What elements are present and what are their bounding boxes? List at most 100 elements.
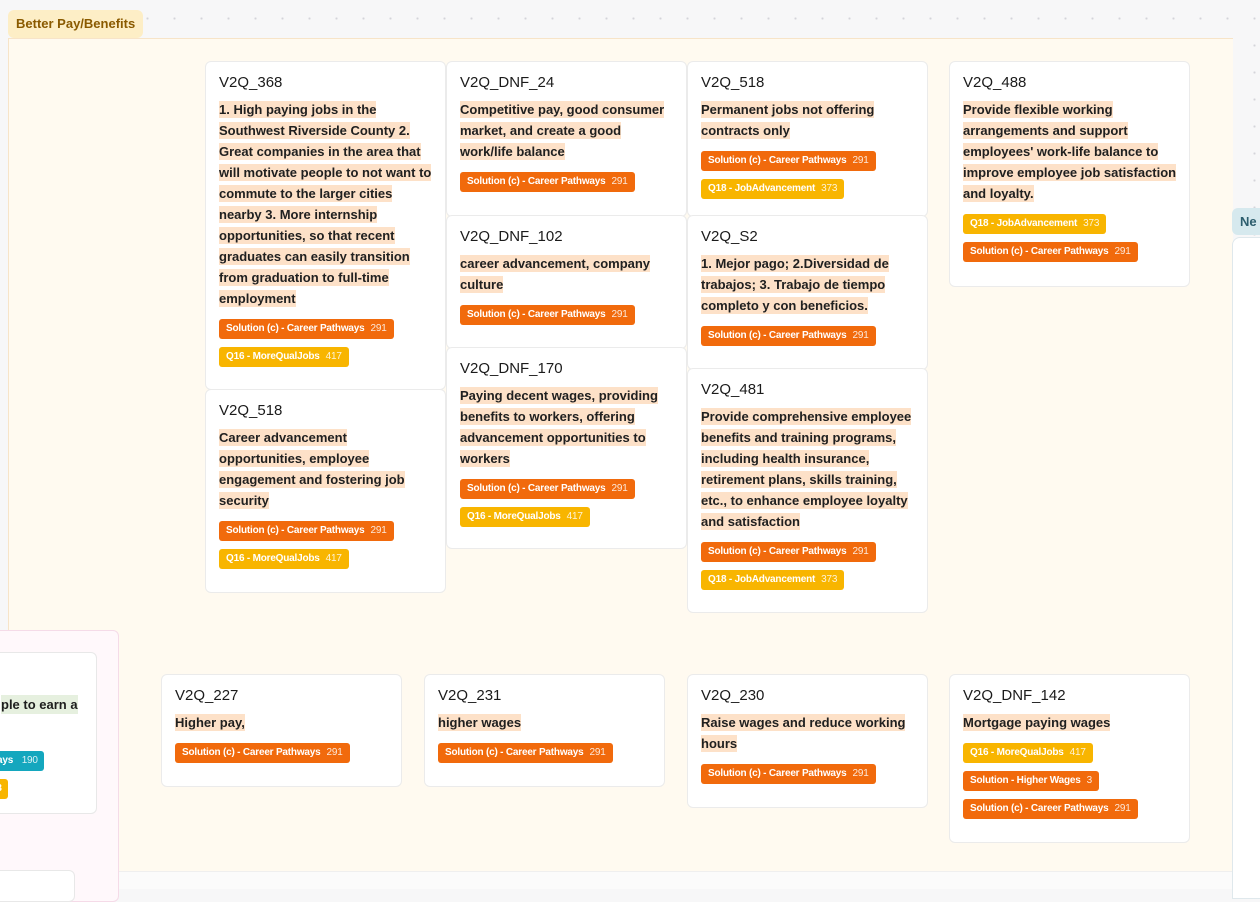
card-text: Career advancement opportunities, employ…: [219, 427, 435, 511]
card-tag-count: 373: [821, 574, 838, 585]
card-tag-count: 291: [370, 323, 387, 334]
card-title: V2Q_488: [963, 74, 1027, 91]
card-tag[interactable]: Solution (c) - Career Pathways 291: [219, 521, 394, 541]
sticky-card[interactable]: V2Q_488 Provide flexible working arrangem…: [949, 61, 1190, 287]
card-tag-label: Solution (c) - Career Pathways: [708, 155, 847, 166]
card-text-highlight: Career advancement opportunities, employ…: [219, 429, 405, 509]
card-tag[interactable]: Solution (c) - Career Pathways 291: [701, 151, 876, 171]
sticky-card[interactable]: V2Q_227 Higher pay, Solution (c) - Career …: [161, 674, 402, 787]
card-title: V2Q_DNF_24: [460, 74, 555, 91]
card-text: Mortgage paying wages: [963, 712, 1179, 733]
card-tag-count: 3: [1086, 775, 1093, 786]
card-tags: Solution (c) - Career Pathways 291 Q16 - M…: [460, 479, 676, 527]
card-tag-count: 291: [326, 747, 343, 758]
card-tag[interactable]: Q16 - MoreQualJobs 417: [460, 507, 590, 527]
card-title: V2Q_368: [219, 74, 283, 91]
card-tags: Solution (c) - Career Pathways 291: [701, 764, 917, 784]
card-tag-count: 291: [611, 483, 628, 494]
card-text: Paying decent wages, providing benefits …: [460, 385, 676, 469]
sticky-card[interactable]: V2Q_368 1. High paying jobs in the Southw…: [205, 61, 446, 390]
sticky-card[interactable]: V2Q_481 Provide comprehensive employee be…: [687, 368, 928, 613]
card-tag-label: Solution (c) - Career Pathways: [467, 483, 606, 494]
left-card[interactable]: ple to earn a ays 190 73: [0, 652, 97, 814]
card-tag[interactable]: Q16 - MoreQualJobs 417: [219, 347, 349, 367]
card-text-highlight: 1. High paying jobs in the Southwest Riv…: [219, 101, 432, 307]
card-tag-count: 291: [852, 330, 869, 341]
card-tag-count: 291: [852, 155, 869, 166]
card-text: Higher pay,: [175, 712, 391, 733]
card-tag-label: Q18 - JobAdvancement: [970, 218, 1078, 229]
card-text-highlight: Paying decent wages, providing benefits …: [460, 387, 658, 467]
sticky-card[interactable]: V2Q_230 Raise wages and reduce working ho…: [687, 674, 928, 808]
card-text: 1. Mejor pago; 2.Diversidad de trabajos;…: [701, 253, 917, 316]
card-tag-label: Solution (c) - Career Pathways: [445, 747, 584, 758]
right-group: [1232, 237, 1260, 899]
sticky-card[interactable]: V2Q_DNF_142 Mortgage paying wages Q16 - Mo…: [949, 674, 1190, 843]
card-tag[interactable]: Solution (c) - Career Pathways 291: [219, 319, 394, 339]
card-tag[interactable]: Solution (c) - Career Pathways 291: [701, 764, 876, 784]
card-title: V2Q_518: [219, 402, 283, 419]
group-label[interactable]: Better Pay/Benefits: [8, 10, 144, 38]
card-title: V2Q_DNF_142: [963, 687, 1066, 704]
card-tags: Q16 - MoreQualJobs 417 Solution - Higher W…: [963, 743, 1179, 819]
left-card-tag-1-label: ays: [0, 755, 14, 766]
left-card-2[interactable]: [0, 870, 75, 902]
card-tag[interactable]: Solution (c) - Career Pathways 291: [963, 242, 1138, 262]
sticky-card[interactable]: V2Q_DNF_102career advancement, company c…: [446, 215, 687, 349]
card-tag-count: 291: [852, 768, 869, 779]
sticky-card[interactable]: V2Q_S2 1. Mejor pago; 2.Diversidad de tra…: [687, 215, 928, 370]
card-tag[interactable]: Q16 - MoreQualJobs 417: [219, 549, 349, 569]
card-tag-label: Solution (c) - Career Pathways: [708, 768, 847, 779]
card-tag[interactable]: Q18 - JobAdvancement 373: [701, 179, 845, 199]
card-title: V2Q_230: [701, 687, 765, 704]
card-tag[interactable]: Q16 - MoreQualJobs 417: [963, 743, 1093, 763]
card-tag[interactable]: Solution (c) - Career Pathways 291: [460, 172, 635, 192]
card-title: V2Q_481: [701, 381, 765, 398]
sticky-card[interactable]: V2Q_DNF_24 Competitive pay, good consumer…: [446, 61, 687, 217]
card-title: V2Q_227: [175, 687, 239, 704]
left-card-tag-1[interactable]: ays 190: [0, 751, 44, 771]
card-tag-label: Solution - Higher Wages: [970, 775, 1081, 786]
card-tag[interactable]: Solution (c) - Career Pathways 291: [460, 305, 635, 325]
card-text-highlight: Competitive pay, good consumer market, a…: [460, 101, 665, 160]
card-tag[interactable]: Solution (c) - Career Pathways 291: [175, 743, 350, 763]
card-tags: Solution (c) - Career Pathways 291: [175, 743, 391, 763]
card-title: V2Q_DNF_102: [460, 228, 563, 245]
card-text-highlight: Raise wages and reduce working hours: [701, 714, 906, 752]
card-tag-label: Q16 - MoreQualJobs: [467, 511, 561, 522]
card-tag-count: 417: [325, 553, 342, 564]
sticky-card[interactable]: V2Q_231 higher wages Solution (c) - Career…: [424, 674, 665, 787]
card-tags: Solution (c) - Career Pathways 291: [460, 305, 676, 325]
sticky-card[interactable]: V2Q_518 Permanent jobs not offering contr…: [687, 61, 928, 217]
card-tag-label: Solution (c) - Career Pathways: [467, 309, 606, 320]
card-tag[interactable]: Solution (c) - Career Pathways 291: [963, 799, 1138, 819]
sticky-card[interactable]: V2Q_518 Career advancement opportunities,…: [205, 389, 446, 593]
card-tag-count: 291: [370, 525, 387, 536]
card-tags: Solution (c) - Career Pathways 291 Q18 - J…: [701, 151, 917, 199]
card-tag-count: 417: [566, 511, 583, 522]
card-tag-count: 291: [1114, 803, 1131, 814]
card-tag[interactable]: Solution (c) - Career Pathways 291: [701, 542, 876, 562]
card-text-highlight: career advancement, company culture: [460, 255, 651, 293]
card-tag-label: Solution (c) - Career Pathways: [708, 546, 847, 557]
card-text-highlight: Provide flexible working arrangements an…: [963, 101, 1177, 202]
card-tag-label: Solution (c) - Career Pathways: [226, 323, 365, 334]
card-tag-label: Q16 - MoreQualJobs: [226, 553, 320, 564]
card-text: higher wages: [438, 712, 654, 733]
card-tag[interactable]: Solution - Higher Wages 3: [963, 771, 1099, 791]
card-tag[interactable]: Solution (c) - Career Pathways 291: [460, 479, 635, 499]
card-title: V2Q_DNF_170: [460, 360, 563, 377]
sticky-card[interactable]: V2Q_DNF_170 Paying decent wages, providin…: [446, 347, 687, 549]
card-text: Provide comprehensive employee benefits …: [701, 406, 917, 532]
card-tag-label: Q18 - JobAdvancement: [708, 574, 816, 585]
card-tag[interactable]: Solution (c) - Career Pathways 291: [438, 743, 613, 763]
right-group-label[interactable]: Ne: [1232, 208, 1260, 235]
card-tag-count: 291: [611, 309, 628, 320]
card-tag[interactable]: Q18 - JobAdvancement 373: [701, 570, 845, 590]
card-text-highlight: 1. Mejor pago; 2.Diversidad de trabajos;…: [701, 255, 889, 314]
group-bottom-edge: [118, 871, 1232, 889]
card-tag-label: Solution (c) - Career Pathways: [970, 803, 1109, 814]
card-tag[interactable]: Q18 - JobAdvancement 373: [963, 214, 1107, 234]
left-card-tag-2[interactable]: 73: [0, 779, 8, 799]
card-tag[interactable]: Solution (c) - Career Pathways 291: [701, 326, 876, 346]
